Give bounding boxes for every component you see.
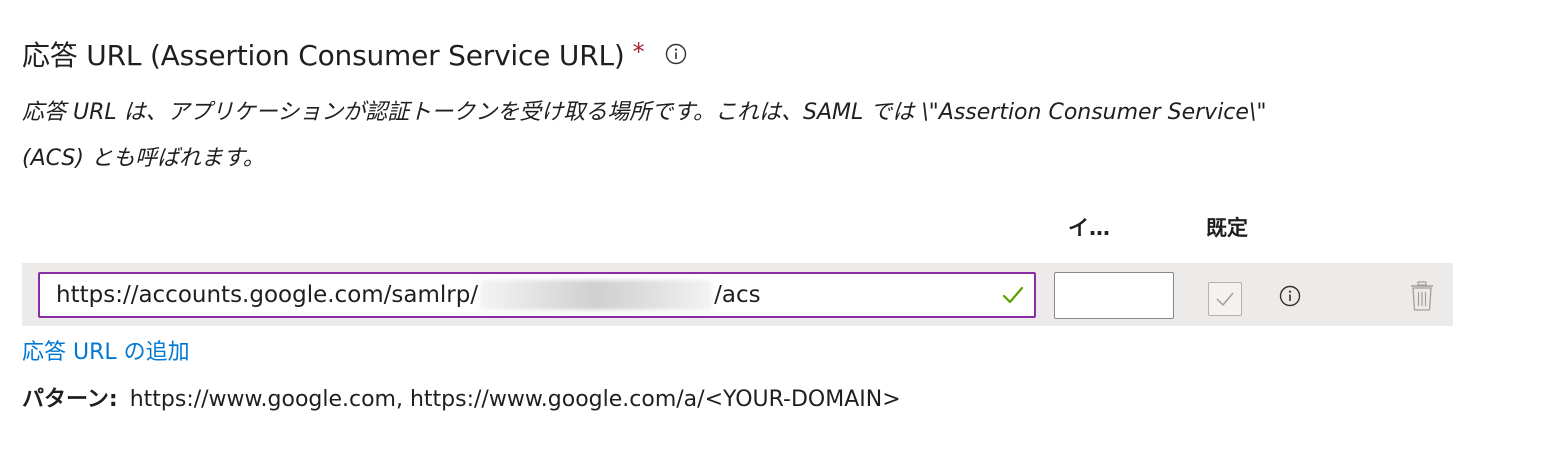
url-suffix: /acs	[714, 282, 761, 308]
description-line-2: (ACS) とも呼ばれます。	[22, 146, 265, 171]
description-line-1: 応答 URL は、アプリケーションが認証トークンを受け取る場所です。これは、SA…	[22, 100, 1267, 125]
checkbox-icon	[1216, 292, 1234, 306]
row-info-icon[interactable]	[1279, 285, 1301, 307]
default-checkbox[interactable]	[1208, 282, 1242, 316]
info-icon[interactable]	[665, 43, 687, 65]
delete-button[interactable]	[1407, 280, 1437, 312]
reply-url-row: https://accounts.google.com/samlrp/ /acs	[22, 263, 1453, 326]
section-title: 応答 URL (Assertion Consumer Service URL)	[22, 39, 625, 72]
column-header-default: 既定	[1206, 216, 1248, 240]
column-header-index: イ…	[1068, 216, 1110, 240]
required-indicator: *	[632, 38, 645, 66]
add-reply-url-link[interactable]: 応答 URL の追加	[22, 334, 190, 366]
pattern-value: https://www.google.com, https://www.goog…	[129, 387, 901, 412]
pattern-hint: パターン: https://www.google.com, https://www…	[22, 381, 901, 413]
redacted-url-segment	[480, 280, 713, 310]
section-description: 応答 URL は、アプリケーションが認証トークンを受け取る場所です。これは、SA…	[22, 90, 1422, 182]
trash-icon	[1411, 281, 1433, 311]
section-header: 応答 URL (Assertion Consumer Service URL) …	[22, 34, 687, 74]
reply-url-input[interactable]: https://accounts.google.com/samlrp/ /acs	[38, 272, 1036, 318]
index-input[interactable]	[1054, 272, 1174, 319]
url-prefix: https://accounts.google.com/samlrp/	[56, 282, 479, 308]
pattern-label: パターン:	[22, 387, 118, 412]
checkmark-icon	[1002, 286, 1024, 304]
